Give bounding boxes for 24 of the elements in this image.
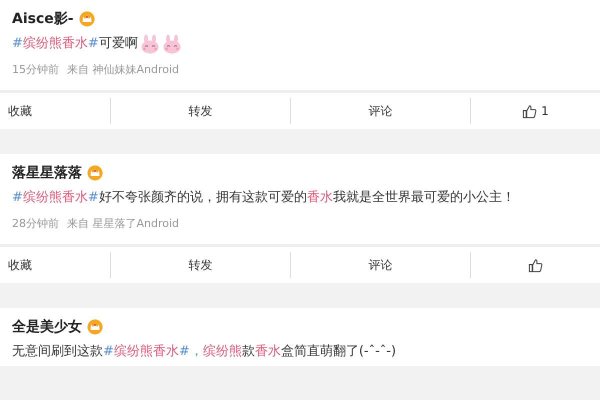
post-text: #缤纷熊香水#好不夸张颜齐的说，拥有这款可爱的香水我就是全世界最可爱的小公主！ [12,189,515,207]
username[interactable]: 全是美少女 [12,318,82,336]
comment-button[interactable]: 评论 [290,98,470,124]
repost-button[interactable]: 转发 [110,98,290,124]
post-source: 来自 星星落了Android [67,216,180,230]
thumbs-up-icon [528,258,543,272]
post-text: 无意间刷到这款#缤纷熊香水#，缤纷熊款香水盒简直萌翻了(-ˆ-ˆ-) [12,343,396,361]
repost-button[interactable]: 转发 [110,252,290,278]
post-source: 来自 神仙妹妹Android [67,62,180,76]
username[interactable]: 落星星落落 [12,164,82,182]
crown-icon [78,11,95,27]
favorite-button[interactable]: 收藏 [0,98,110,124]
crown-icon [87,165,103,181]
thumbs-up-icon [522,104,538,118]
comment-button[interactable]: 评论 [290,252,470,278]
crown-icon [87,319,103,335]
bunny-face-icon [162,34,182,54]
post-text: #缤纷熊香水#可爱啊 [12,35,138,53]
favorite-button[interactable]: 收藏 [0,252,110,278]
bunny-face-icon [140,34,160,54]
post-time: 15分钟前 [12,62,59,76]
post-time: 28分钟前 [12,216,59,230]
username[interactable]: Aisce影- [12,10,74,28]
like-button[interactable]: 1 [470,98,600,124]
